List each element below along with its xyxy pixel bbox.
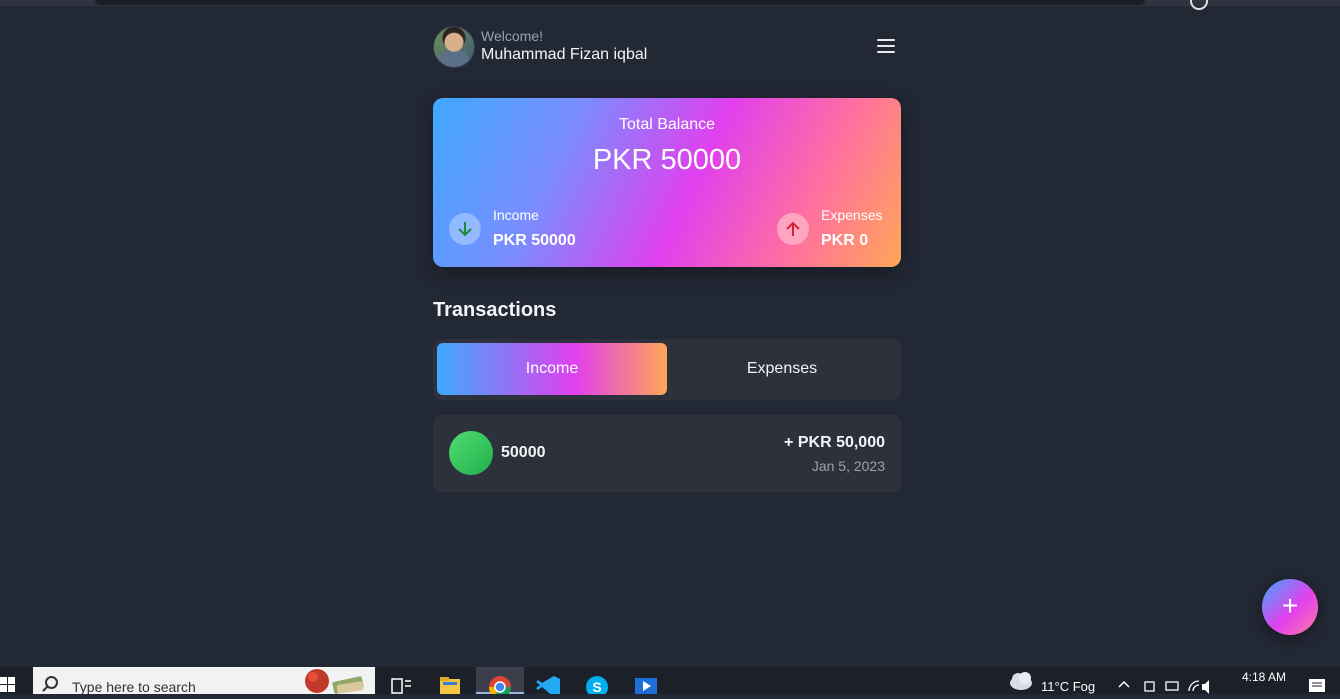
skype-icon[interactable]: S bbox=[573, 667, 621, 698]
file-explorer-icon[interactable] bbox=[426, 667, 474, 694]
chrome-icon[interactable] bbox=[476, 667, 524, 698]
balance-amount: PKR 50000 bbox=[592, 144, 742, 176]
browser-profile-icon[interactable] bbox=[1190, 0, 1208, 10]
search-placeholder: Type here to search bbox=[72, 679, 196, 695]
transaction-date: Jan 5, 2023 bbox=[811, 458, 885, 474]
cloud-icon bbox=[1010, 672, 1032, 690]
system-tray-icons[interactable] bbox=[1116, 667, 1212, 694]
clock-time[interactable]: 4:18 AM bbox=[1242, 670, 1286, 684]
taskbar-search[interactable]: Type here to search bbox=[33, 667, 375, 695]
search-highlight-art bbox=[305, 669, 364, 694]
income-value: PKR 50000 bbox=[493, 232, 576, 249]
transactions-title: Transactions bbox=[433, 299, 557, 321]
menu-icon[interactable] bbox=[877, 39, 895, 53]
tab-income[interactable]: Income bbox=[437, 343, 667, 395]
task-view-button[interactable] bbox=[378, 667, 426, 694]
transaction-icon bbox=[449, 431, 493, 475]
balance-title: Total Balance bbox=[618, 116, 716, 133]
browser-address-bar-edge[interactable] bbox=[95, 0, 1145, 5]
vscode-icon[interactable] bbox=[524, 667, 572, 697]
expenses-label: Expenses bbox=[821, 207, 883, 223]
media-app-icon[interactable] bbox=[622, 667, 670, 694]
balance-card: Total Balance PKR 50000 Income PKR 50000… bbox=[433, 98, 901, 267]
svg-text:S: S bbox=[592, 679, 601, 694]
income-label: Income bbox=[493, 207, 539, 223]
plus-icon: + bbox=[1281, 590, 1299, 621]
welcome-text: Welcome! bbox=[481, 28, 543, 44]
header: Welcome! Muhammad Fizan iqbal bbox=[433, 26, 901, 68]
transaction-amount: + PKR 50,000 bbox=[784, 434, 885, 451]
arrow-up-icon bbox=[777, 213, 809, 245]
tab-expenses[interactable]: Expenses bbox=[667, 343, 897, 395]
weather-text[interactable]: 11°C Fog bbox=[1041, 679, 1095, 694]
arrow-down-icon bbox=[449, 213, 481, 245]
transaction-name: 50000 bbox=[501, 444, 546, 461]
search-icon bbox=[45, 676, 58, 689]
avatar[interactable] bbox=[433, 26, 475, 68]
transaction-item[interactable]: 50000 + PKR 50,000 Jan 5, 2023 bbox=[433, 415, 901, 492]
windows-start-icon[interactable] bbox=[0, 667, 20, 694]
notification-icon[interactable] bbox=[1304, 667, 1330, 694]
browser-chrome-strip bbox=[0, 0, 1340, 10]
user-name: Muhammad Fizan iqbal bbox=[481, 46, 648, 63]
taskbar: Type here to search S 11°C Fog 4:18 AM bbox=[0, 667, 1340, 698]
expenses-value: PKR 0 bbox=[821, 232, 869, 249]
transaction-tabs: Income Expenses bbox=[433, 339, 901, 400]
add-transaction-button[interactable]: + bbox=[1262, 579, 1318, 635]
